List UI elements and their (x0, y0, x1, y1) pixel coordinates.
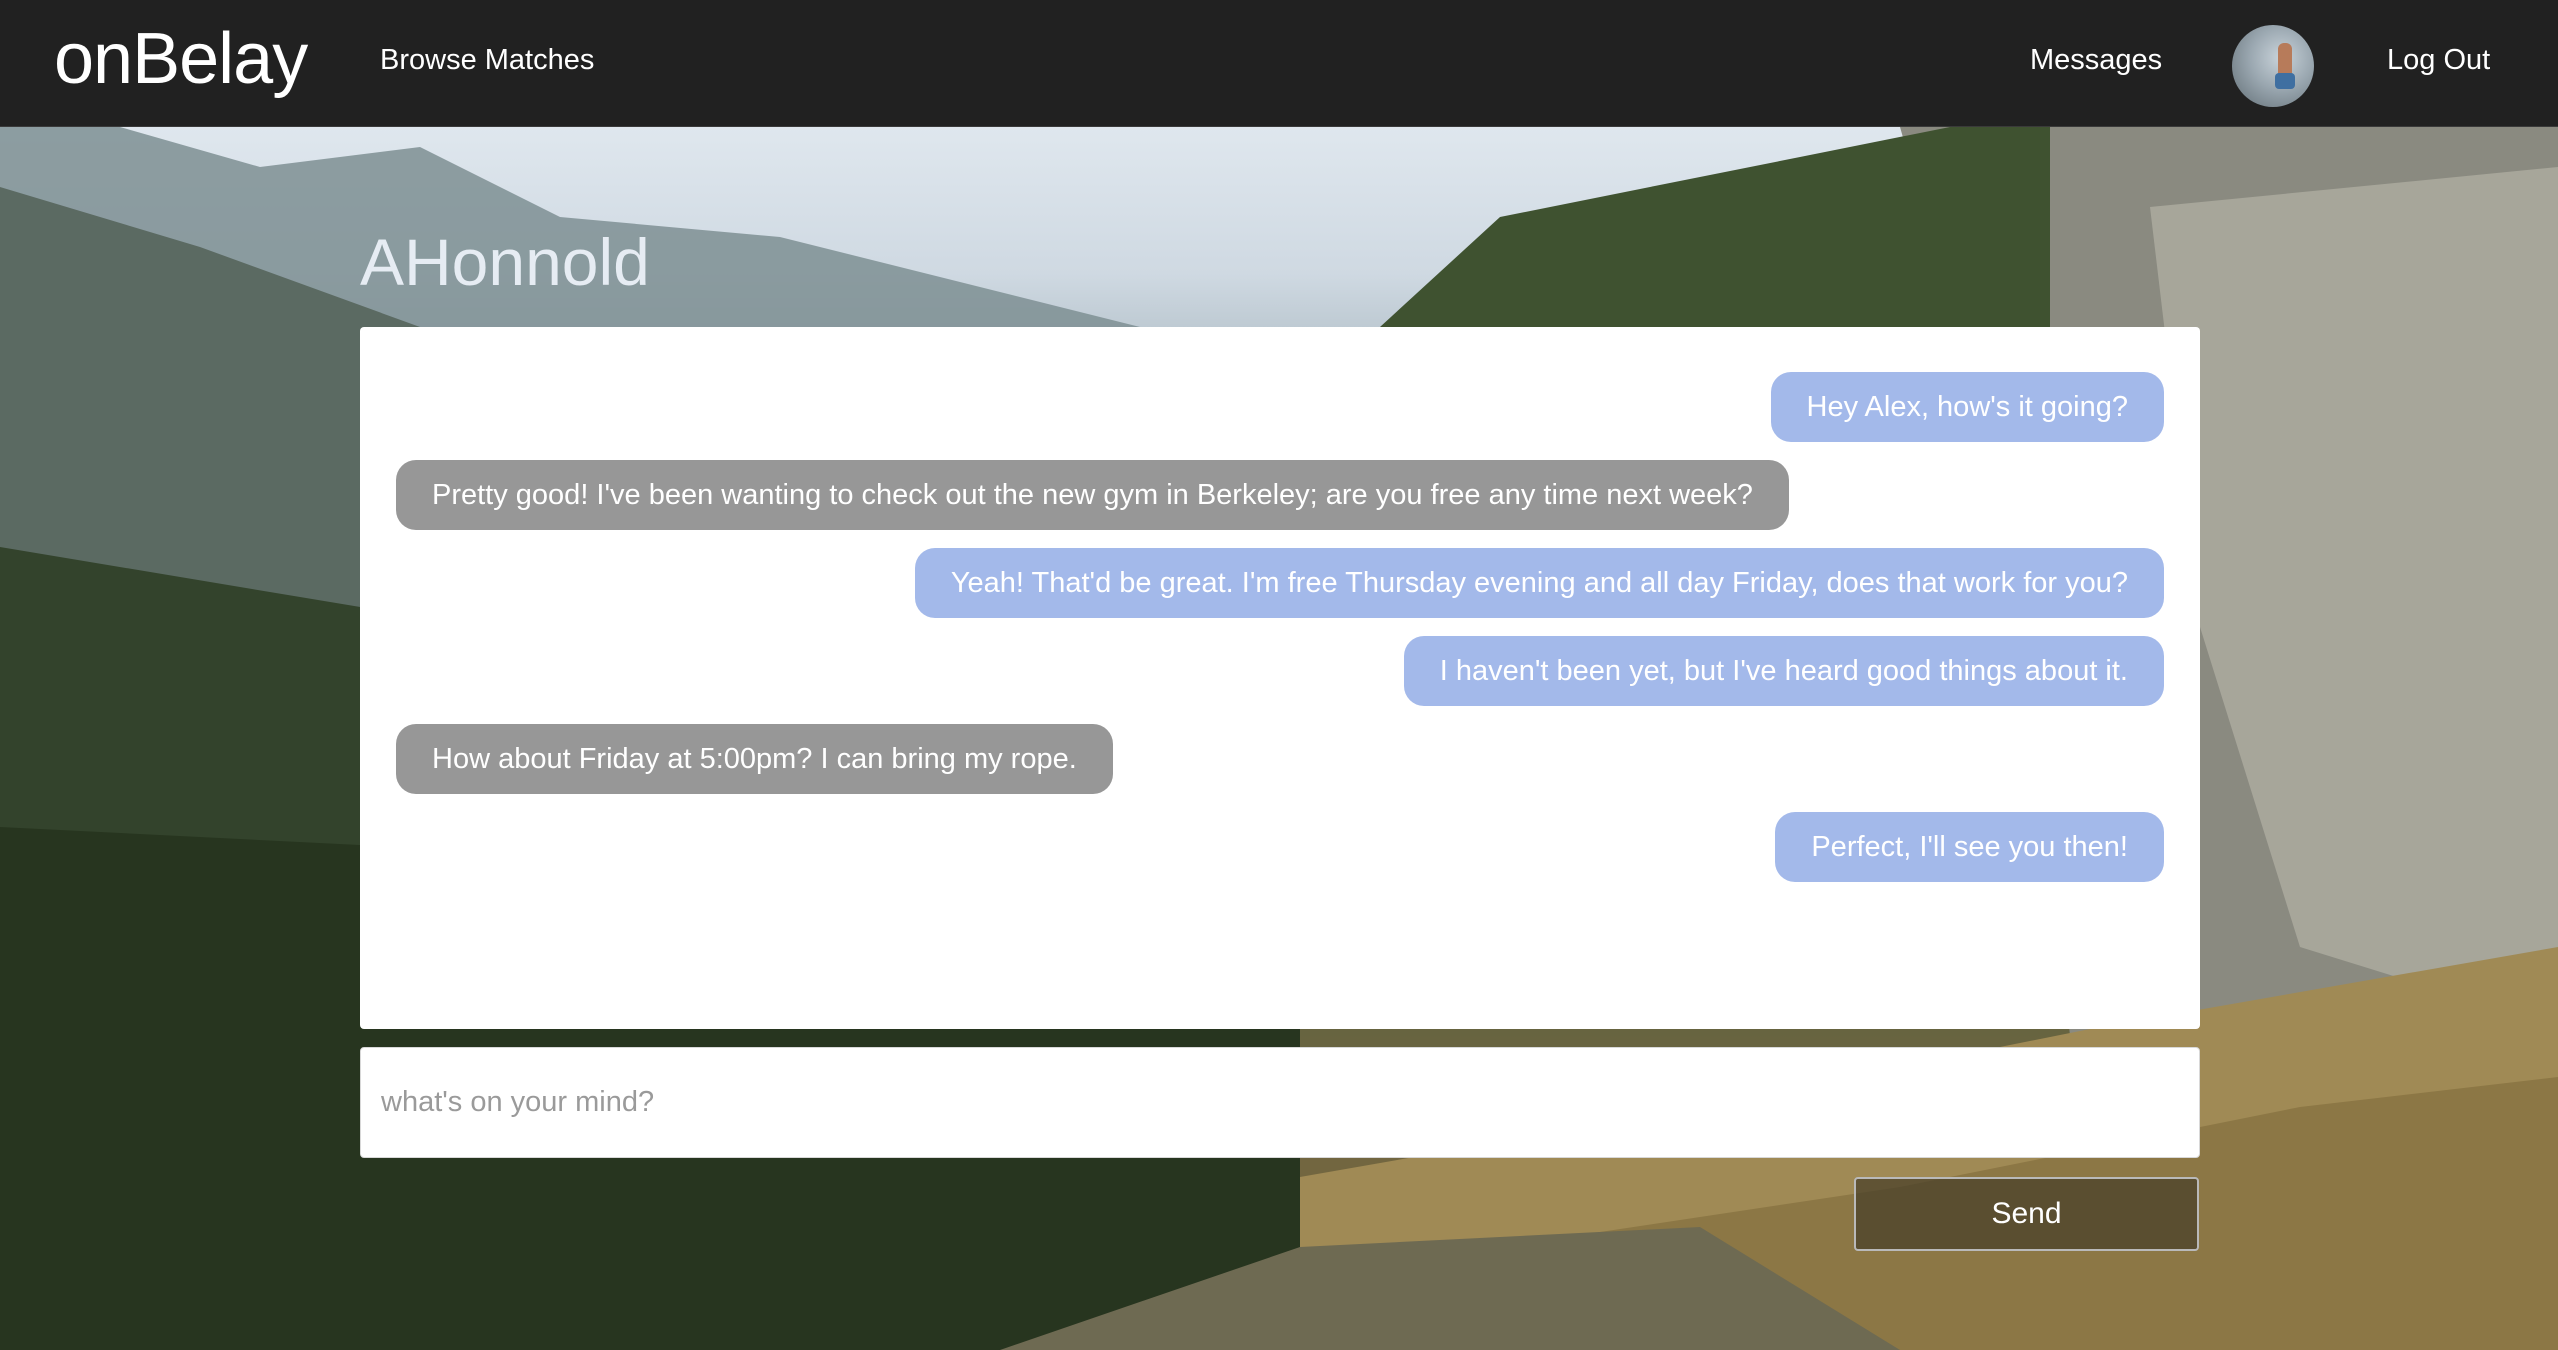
message-input[interactable] (360, 1047, 2200, 1158)
user-avatar[interactable] (2232, 25, 2314, 107)
message-bubble-sent: Perfect, I'll see you then! (1775, 812, 2164, 882)
top-navbar: onBelay Browse Matches Messages Log Out (0, 0, 2558, 127)
chat-messages-panel[interactable]: Hey Alex, how's it going? Pretty good! I… (360, 327, 2200, 1029)
message-bubble-sent: Yeah! That'd be great. I'm free Thursday… (914, 548, 2164, 618)
chat-partner-name: AHonnold (360, 225, 650, 299)
nav-log-out[interactable]: Log Out (2387, 40, 2490, 80)
nav-messages[interactable]: Messages (2030, 40, 2162, 80)
message-bubble-sent: I haven't been yet, but I've heard good … (1403, 636, 2164, 706)
send-button[interactable]: Send (1854, 1177, 2199, 1251)
nav-browse-matches[interactable]: Browse Matches (380, 40, 594, 80)
message-bubble-received: Pretty good! I've been wanting to check … (396, 460, 1789, 530)
message-bubble-sent: Hey Alex, how's it going? (1770, 372, 2164, 442)
avatar-figure-shorts (2275, 73, 2295, 89)
brand-logo[interactable]: onBelay (54, 14, 308, 104)
message-bubble-received: How about Friday at 5:00pm? I can bring … (396, 724, 1113, 794)
